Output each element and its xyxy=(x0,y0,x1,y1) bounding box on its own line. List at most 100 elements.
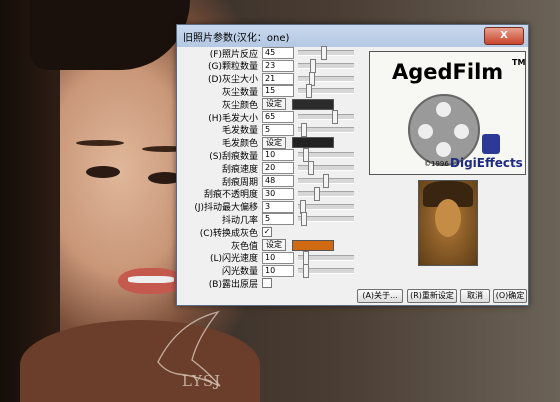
title-bar[interactable]: 旧照片参数(汉化：one) X xyxy=(177,25,528,47)
slider-thumb[interactable] xyxy=(322,174,329,188)
logo-title: AgedFilm xyxy=(392,60,504,84)
teeth xyxy=(128,276,174,283)
color-swatch[interactable] xyxy=(292,98,334,110)
logo-brand: DigiEffects xyxy=(450,156,523,170)
param-row: 闪光数量 10 xyxy=(183,263,354,278)
dialog-title: 旧照片参数(汉化：one) xyxy=(183,32,290,44)
set-color-button[interactable]: 设定 xyxy=(262,98,286,111)
param-label: (D)灰尘大小 xyxy=(208,75,258,86)
param-value-field[interactable]: 45 xyxy=(262,47,294,59)
param-label: 刮痕周期 xyxy=(221,177,258,188)
param-label: (J)抖动最大偏移 xyxy=(194,203,258,214)
param-value-field[interactable]: 10 xyxy=(262,251,294,264)
param-value-field[interactable]: 48 xyxy=(262,175,294,187)
aged-film-logo: AgedFilm TM ©1996 DigiEffects xyxy=(369,51,526,175)
param-value-field[interactable]: 10 xyxy=(262,149,294,162)
reset-button[interactable]: (R)重新设定 xyxy=(407,289,457,303)
param-row: (L)闪光速度 10 xyxy=(183,250,354,265)
set-color-button[interactable]: 设定 xyxy=(262,239,286,251)
slider-thumb[interactable] xyxy=(308,161,315,176)
param-value-field[interactable]: 65 xyxy=(262,111,294,123)
close-button[interactable]: X xyxy=(484,27,524,45)
param-label: 灰尘颜色 xyxy=(221,100,258,111)
about-button[interactable]: (A)关于... xyxy=(357,289,403,303)
param-slider[interactable] xyxy=(298,199,354,214)
slider-thumb[interactable] xyxy=(331,110,338,124)
set-color-button[interactable]: 设定 xyxy=(262,136,286,149)
param-value-field[interactable]: 5 xyxy=(262,123,294,136)
param-row: (D)灰尘大小 21 xyxy=(183,71,354,86)
param-row: (J)抖动最大偏移 3 xyxy=(183,199,354,214)
param-slider[interactable] xyxy=(298,46,354,60)
param-value-field[interactable]: 30 xyxy=(262,187,294,200)
param-slider[interactable] xyxy=(298,186,354,201)
param-checkbox[interactable]: ✓ xyxy=(262,227,272,238)
param-row: (H)毛发大小 65 xyxy=(183,110,354,124)
param-slider[interactable] xyxy=(298,122,354,137)
param-row: 灰色值 设定 xyxy=(183,239,334,252)
param-row: 灰尘颜色 设定 xyxy=(183,98,334,111)
param-label: (C)转换成灰色 xyxy=(199,228,258,239)
color-swatch[interactable] xyxy=(292,137,334,149)
hair-top xyxy=(30,0,190,70)
param-slider[interactable] xyxy=(298,58,354,73)
param-value-field[interactable]: 10 xyxy=(262,264,294,277)
param-row: 刮痕不透明度 30 xyxy=(183,186,354,201)
param-row: 毛发颜色 设定 xyxy=(183,136,334,150)
param-slider[interactable] xyxy=(298,71,354,86)
logo-copyright: ©1996 xyxy=(424,160,449,168)
param-row: (C)转换成灰色 ✓ xyxy=(183,226,272,239)
param-row: (S)刮痕数量 10 xyxy=(183,148,354,163)
param-label: 毛发颜色 xyxy=(221,139,258,150)
preview-thumbnail xyxy=(418,180,478,266)
param-label: (B)露出原层 xyxy=(208,279,258,290)
param-slider[interactable] xyxy=(298,263,354,278)
param-label: 刮痕不透明度 xyxy=(203,190,258,201)
color-swatch[interactable] xyxy=(292,239,334,251)
cancel-button[interactable]: 取消 xyxy=(460,289,490,303)
slider-thumb[interactable] xyxy=(300,212,307,227)
param-slider[interactable] xyxy=(298,212,354,227)
param-slider[interactable] xyxy=(298,250,354,265)
param-value-field[interactable]: 5 xyxy=(262,213,294,226)
watermark-text: LYSJ xyxy=(182,372,222,390)
param-value-field[interactable]: 23 xyxy=(262,59,294,72)
param-label: (L)闪光速度 xyxy=(209,254,258,265)
param-label: 抖动几率 xyxy=(221,215,258,226)
logo-trademark: TM xyxy=(512,58,526,67)
param-row: 刮痕周期 48 xyxy=(183,174,354,188)
left-eyebrow xyxy=(76,140,124,146)
digieffects-logo-icon xyxy=(482,134,500,154)
param-slider[interactable] xyxy=(298,174,354,188)
param-value-field[interactable]: 20 xyxy=(262,162,294,175)
left-eye xyxy=(86,166,120,178)
param-label: (S)刮痕数量 xyxy=(209,151,258,162)
ok-button[interactable]: (O)确定 xyxy=(493,289,527,303)
slider-thumb[interactable] xyxy=(313,186,320,201)
slider-thumb[interactable] xyxy=(303,263,310,278)
param-label: 毛发数量 xyxy=(221,126,258,137)
param-row: 刮痕速度 20 xyxy=(183,161,354,176)
slider-thumb[interactable] xyxy=(300,122,307,137)
param-label: 闪光数量 xyxy=(221,267,258,278)
param-slider[interactable] xyxy=(298,84,354,99)
param-row: (F)照片反应 45 xyxy=(183,46,354,60)
param-label: 灰色值 xyxy=(230,241,258,252)
param-label: (G)颗粒数量 xyxy=(208,62,258,73)
param-checkbox[interactable] xyxy=(262,278,272,289)
param-row: 抖动几率 5 xyxy=(183,212,354,227)
param-value-field[interactable]: 3 xyxy=(262,200,294,213)
param-value-field[interactable]: 15 xyxy=(262,85,294,98)
param-row: (B)露出原层 xyxy=(183,277,272,290)
param-slider[interactable] xyxy=(298,110,354,124)
param-label: (F)照片反应 xyxy=(209,49,258,60)
param-row: (G)颗粒数量 23 xyxy=(183,58,354,73)
slider-thumb[interactable] xyxy=(305,84,312,99)
slider-thumb[interactable] xyxy=(321,46,328,60)
param-slider[interactable] xyxy=(298,148,354,163)
param-value-field[interactable]: 21 xyxy=(262,72,294,85)
param-slider[interactable] xyxy=(298,161,354,176)
param-label: (H)毛发大小 xyxy=(208,113,258,124)
param-row: 灰尘数量 15 xyxy=(183,84,354,99)
aged-film-dialog: 旧照片参数(汉化：one) X (F)照片反应 45 (G)颗粒数量 23 (D)灰尘大… xyxy=(176,24,529,306)
